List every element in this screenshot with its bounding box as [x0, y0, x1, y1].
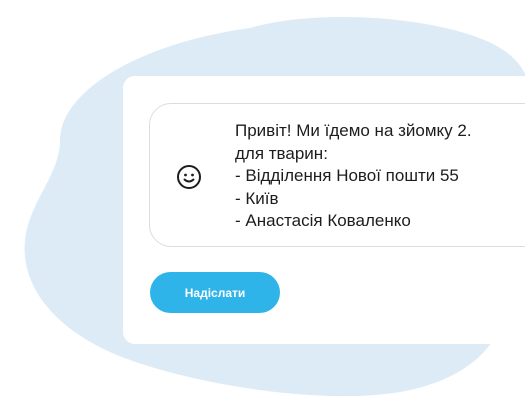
message-card: Привіт! Ми їдемо на зйомку 2. для тварин…: [123, 76, 525, 344]
message-text: Привіт! Ми їдемо на зйомку 2. для тварин…: [235, 121, 472, 230]
smiley-face-icon[interactable]: [176, 164, 202, 190]
illustration-stage: Привіт! Ми їдемо на зйомку 2. для тварин…: [0, 0, 525, 400]
send-button[interactable]: Надіслати: [150, 272, 280, 313]
message-input[interactable]: Привіт! Ми їдемо на зйомку 2. для тварин…: [149, 103, 525, 247]
